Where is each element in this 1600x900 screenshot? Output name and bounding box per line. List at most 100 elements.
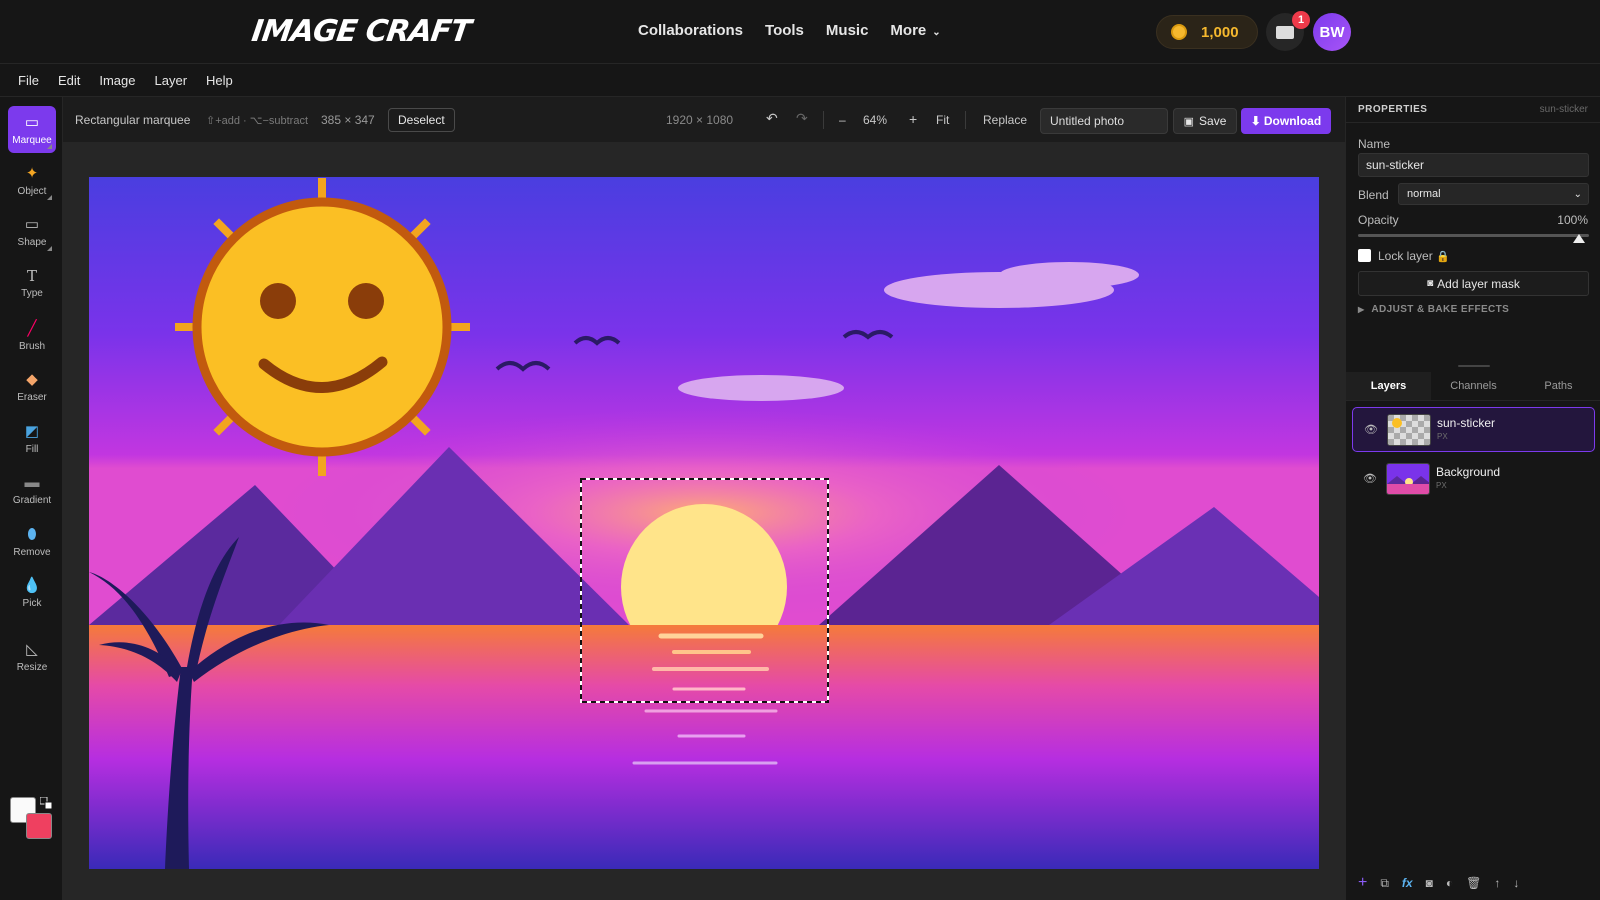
opacity-slider-thumb[interactable] bbox=[1573, 234, 1585, 243]
download-button[interactable]: ⬇ Download bbox=[1241, 108, 1331, 134]
tab-layers[interactable]: Layers bbox=[1346, 372, 1431, 400]
nav-more[interactable]: More ⌄ bbox=[890, 22, 940, 39]
fit-button[interactable]: Fit bbox=[936, 113, 949, 127]
fill-bucket-icon: ◩ bbox=[24, 422, 40, 440]
adjust-bake-effects-toggle[interactable]: ▶ ADJUST & BAKE EFFECTS bbox=[1358, 304, 1509, 315]
menu-edit[interactable]: Edit bbox=[58, 73, 80, 88]
nav-more-label: More bbox=[890, 22, 927, 39]
zoom-level: 64% bbox=[863, 113, 888, 127]
move-up-icon[interactable]: ↑ bbox=[1494, 876, 1500, 890]
eraser-icon: ◆ bbox=[26, 370, 38, 388]
eye-icon[interactable]: 👁 bbox=[1360, 472, 1380, 485]
tool-shape[interactable]: ▭ Shape bbox=[8, 208, 56, 255]
zoom-out-button[interactable]: – bbox=[839, 113, 846, 127]
options-bar: Rectangular marquee ⇧+add · ⌥−subtract 3… bbox=[63, 97, 1345, 143]
default-colors-icon[interactable] bbox=[40, 797, 52, 809]
floppy-icon: ▣ bbox=[1183, 115, 1195, 128]
sun-sticker[interactable] bbox=[175, 178, 470, 476]
panel-tabs: Layers Channels Paths bbox=[1346, 372, 1600, 401]
document-title-input[interactable]: Untitled photo bbox=[1040, 108, 1168, 134]
tool-gradient[interactable]: ▬ Gradient bbox=[8, 466, 56, 513]
save-label: Save bbox=[1199, 114, 1227, 128]
caret-right-icon: ▶ bbox=[1358, 305, 1365, 314]
tool-label: Type bbox=[21, 287, 43, 299]
tool-fill[interactable]: ◩ Fill bbox=[8, 415, 56, 462]
add-layer-mask-label: Add layer mask bbox=[1437, 276, 1520, 291]
tool-object[interactable]: ✦ Object bbox=[8, 157, 56, 204]
redo-icon[interactable]: ↷ bbox=[796, 110, 808, 127]
tool-type[interactable]: T Type bbox=[8, 259, 56, 306]
avatar[interactable]: BW bbox=[1313, 13, 1351, 51]
eye-icon[interactable]: 👁 bbox=[1361, 423, 1381, 436]
tool-remove[interactable]: ⬮ Remove bbox=[8, 518, 56, 565]
mask-icon[interactable]: ◙ bbox=[1426, 876, 1433, 890]
adjust-bake-effects-label: ADJUST & BAKE EFFECTS bbox=[1371, 304, 1510, 315]
menu-help[interactable]: Help bbox=[206, 73, 233, 88]
tab-channels[interactable]: Channels bbox=[1431, 372, 1516, 400]
duplicate-layer-icon[interactable]: ⧉ bbox=[1380, 876, 1389, 891]
nav-music[interactable]: Music bbox=[826, 22, 869, 39]
resize-icon: ◺ bbox=[26, 640, 38, 658]
blend-mode-select[interactable]: normal ⌄ bbox=[1398, 183, 1589, 205]
tool-marquee[interactable]: ▭ Marquee bbox=[8, 106, 56, 153]
type-icon: T bbox=[26, 266, 37, 285]
sea bbox=[89, 625, 1319, 869]
zoom-in-button[interactable]: + bbox=[909, 111, 917, 127]
lock-icon: 🔒 bbox=[1436, 251, 1450, 263]
download-icon: ⬇ bbox=[1250, 114, 1261, 128]
nav-tools[interactable]: Tools bbox=[765, 22, 804, 39]
deselect-button[interactable]: Deselect bbox=[388, 108, 455, 132]
coin-balance[interactable]: 1,000 bbox=[1156, 15, 1258, 49]
submenu-corner-icon bbox=[47, 144, 52, 149]
notifications-button[interactable]: 1 bbox=[1266, 11, 1310, 51]
menu-file[interactable]: File bbox=[18, 73, 39, 88]
tool-label: Pick bbox=[22, 597, 42, 609]
nav-collaborations[interactable]: Collaborations bbox=[638, 22, 743, 39]
tool-label: Brush bbox=[18, 340, 46, 352]
mail-icon bbox=[1276, 25, 1294, 39]
add-layer-icon[interactable]: + bbox=[1358, 874, 1367, 892]
color-swatches bbox=[10, 797, 56, 843]
opacity-label: Opacity bbox=[1358, 213, 1399, 227]
layer-row-sun-sticker[interactable]: 👁 sun-sticker PX bbox=[1352, 407, 1595, 452]
modifier-hint: ⇧+add · ⌥−subtract bbox=[206, 115, 308, 127]
cloud bbox=[678, 375, 844, 401]
undo-icon[interactable]: ↶ bbox=[766, 110, 778, 127]
notification-badge: 1 bbox=[1292, 11, 1310, 29]
tab-paths[interactable]: Paths bbox=[1516, 372, 1600, 400]
menu-bar: File Edit Image Layer Help bbox=[0, 64, 1600, 97]
add-layer-mask-button[interactable]: ◙ Add layer mask bbox=[1358, 271, 1589, 296]
lock-layer-label: Lock layer 🔒 bbox=[1378, 249, 1450, 263]
tool-pick[interactable]: 💧 Pick bbox=[8, 569, 56, 616]
tool-brush[interactable]: ╱ Brush bbox=[8, 312, 56, 359]
adjustment-icon[interactable]: ◐ bbox=[1446, 876, 1453, 890]
shape-icon: ▭ bbox=[24, 215, 40, 233]
layer-row-background[interactable]: 👁 Background PX bbox=[1352, 456, 1595, 501]
download-label: Download bbox=[1263, 114, 1322, 128]
lock-layer-text: Lock layer bbox=[1378, 249, 1433, 263]
app-logo[interactable]: IMAGE CRAFT bbox=[250, 14, 473, 49]
lock-layer-checkbox[interactable] bbox=[1358, 249, 1371, 262]
replace-button[interactable]: Replace bbox=[983, 113, 1027, 127]
fx-icon[interactable]: fx bbox=[1402, 876, 1413, 890]
image-canvas[interactable] bbox=[89, 177, 1319, 869]
submenu-corner-icon bbox=[47, 246, 52, 251]
save-button[interactable]: ▣ Save bbox=[1173, 108, 1237, 134]
tool-eraser[interactable]: ◆ Eraser bbox=[8, 363, 56, 410]
layer-name-input[interactable]: sun-sticker bbox=[1358, 153, 1589, 177]
tool-resize[interactable]: ◺ Resize bbox=[8, 633, 56, 680]
menu-image[interactable]: Image bbox=[99, 73, 135, 88]
coin-amount: 1,000 bbox=[1201, 23, 1239, 41]
panel-resize-handle[interactable] bbox=[1458, 365, 1490, 367]
menu-layer[interactable]: Layer bbox=[155, 73, 188, 88]
gradient-icon: ▬ bbox=[24, 473, 40, 491]
layer-kind: PX bbox=[1437, 431, 1448, 441]
background-color-swatch[interactable] bbox=[26, 813, 52, 839]
marquee-icon: ▭ bbox=[24, 113, 40, 131]
trash-icon[interactable]: 🗑 bbox=[1466, 876, 1481, 890]
tool-label: Fill bbox=[25, 443, 39, 455]
move-down-icon[interactable]: ↓ bbox=[1513, 876, 1519, 890]
selection-size: 385 × 347 bbox=[321, 113, 375, 127]
opacity-slider[interactable] bbox=[1358, 234, 1589, 237]
tool-label: Shape bbox=[17, 236, 47, 248]
